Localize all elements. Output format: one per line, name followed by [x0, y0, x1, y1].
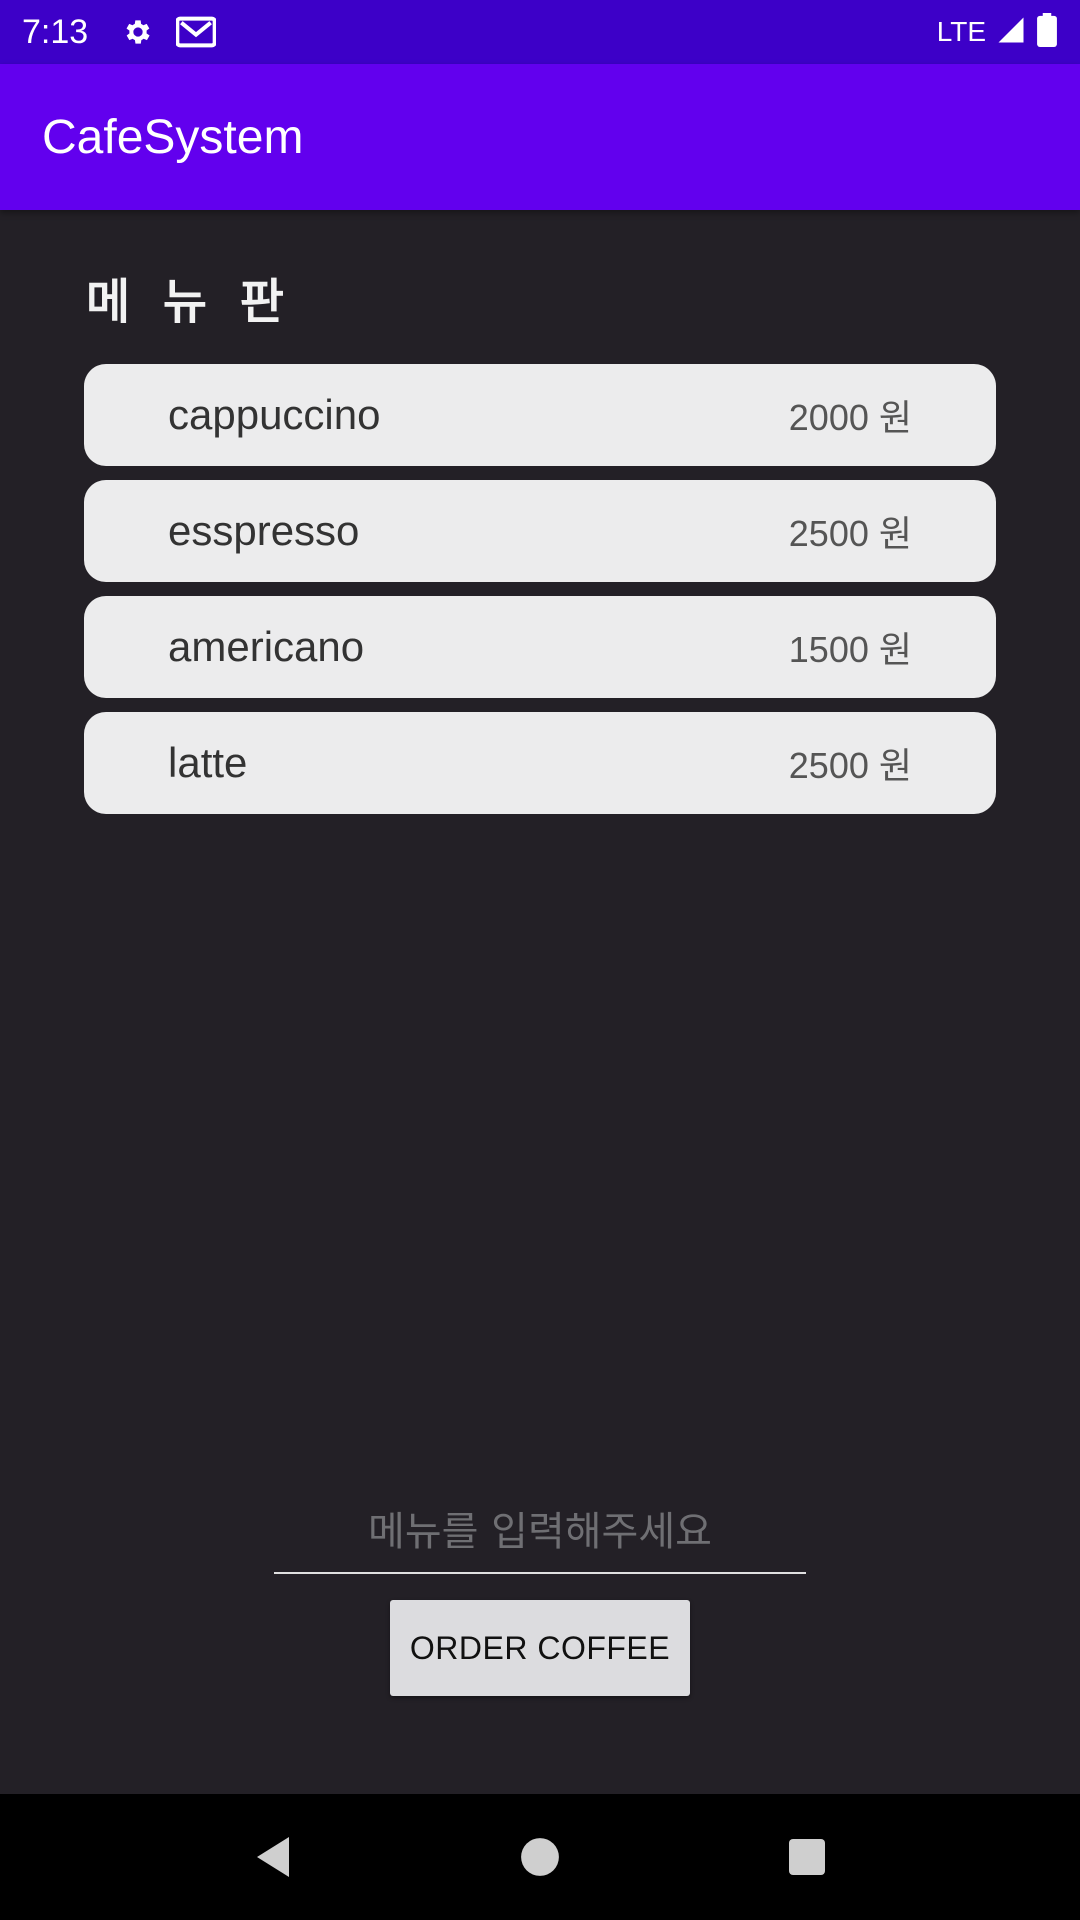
recents-icon[interactable]	[767, 1817, 847, 1897]
menu-item-price: 2000 원	[788, 397, 912, 438]
menu-item-price: 2500 원	[788, 745, 912, 786]
network-label: LTE	[936, 16, 986, 47]
status-bar: 7:13 LTE	[0, 0, 1080, 64]
menu-item-name: cappuccino	[168, 391, 381, 438]
menu-item-name: latte	[168, 739, 248, 786]
menu-item-name: americano	[168, 623, 365, 670]
menu-input[interactable]	[274, 1492, 806, 1574]
battery-icon	[1036, 12, 1058, 52]
signal-icon	[996, 15, 1026, 50]
status-right: LTE	[936, 12, 1058, 52]
menu-list: cappuccino 2000 원 esspresso 2500 원 ameri…	[84, 364, 996, 828]
menu-item-cappuccino[interactable]: cappuccino 2000 원	[84, 364, 996, 466]
menu-heading: 메 뉴 판	[86, 274, 292, 330]
menu-item-name: esspresso	[168, 507, 360, 554]
nav-bar	[0, 1794, 1080, 1920]
gear-icon	[122, 16, 154, 48]
app-bar: CafeSystem	[0, 64, 1080, 210]
back-icon[interactable]	[233, 1817, 313, 1897]
gmail-icon	[176, 16, 217, 48]
order-coffee-button[interactable]: ORDER COFFEE	[390, 1600, 690, 1696]
menu-item-esspresso[interactable]: esspresso 2500 원	[84, 480, 996, 582]
menu-item-price: 2500 원	[788, 513, 912, 554]
status-time: 7:13	[22, 12, 89, 51]
main-content: 메 뉴 판 cappuccino 2000 원 esspresso 2500 원…	[0, 210, 1080, 1794]
menu-item-price: 1500 원	[788, 629, 912, 670]
app-title: CafeSystem	[42, 110, 304, 164]
menu-item-americano[interactable]: americano 1500 원	[84, 596, 996, 698]
menu-item-latte[interactable]: latte 2500 원	[84, 712, 996, 814]
home-icon[interactable]	[500, 1817, 580, 1897]
